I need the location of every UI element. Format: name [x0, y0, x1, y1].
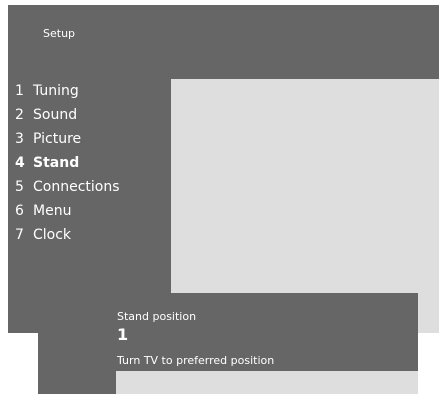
- menu-item-menu[interactable]: 6 Menu: [8, 199, 120, 223]
- menu-item-label: Picture: [33, 131, 82, 147]
- menu-item-number: 7: [15, 227, 24, 243]
- menu-item-label: Tuning: [33, 83, 79, 99]
- menu-item-sound[interactable]: 2 Sound: [8, 103, 120, 127]
- setup-menu: 1 Tuning 2 Sound 3 Picture 4 Stand 5 Connecti…: [8, 79, 120, 247]
- dialog-heading: Stand position: [117, 310, 197, 323]
- menu-item-tuning[interactable]: 1 Tuning: [8, 79, 120, 103]
- dialog-input-area: [116, 371, 418, 394]
- menu-item-number: 2: [15, 107, 24, 123]
- menu-item-stand[interactable]: 4 Stand: [8, 151, 120, 175]
- menu-item-label: Menu: [33, 203, 72, 219]
- dialog-instruction: Turn TV to preferred position: [117, 354, 275, 367]
- menu-item-number: 3: [15, 131, 24, 147]
- stand-position-value[interactable]: 1: [117, 325, 128, 344]
- menu-item-number: 4: [15, 155, 25, 171]
- page-title: Setup: [43, 27, 76, 40]
- stand-position-dialog: Stand position 1 Turn TV to preferred po…: [38, 293, 418, 394]
- menu-item-number: 5: [15, 179, 24, 195]
- menu-item-label: Clock: [33, 227, 72, 243]
- menu-item-number: 6: [15, 203, 24, 219]
- setup-screen: Setup 1 Tuning 2 Sound 3 Picture 4 Stand 5 Co…: [8, 5, 439, 333]
- menu-item-label: Stand: [33, 155, 80, 171]
- menu-item-picture[interactable]: 3 Picture: [8, 127, 120, 151]
- menu-item-clock[interactable]: 7 Clock: [8, 223, 120, 247]
- menu-item-connections[interactable]: 5 Connections: [8, 175, 120, 199]
- menu-item-label: Sound: [33, 107, 78, 123]
- menu-item-number: 1: [15, 83, 24, 99]
- menu-item-label: Connections: [33, 179, 120, 195]
